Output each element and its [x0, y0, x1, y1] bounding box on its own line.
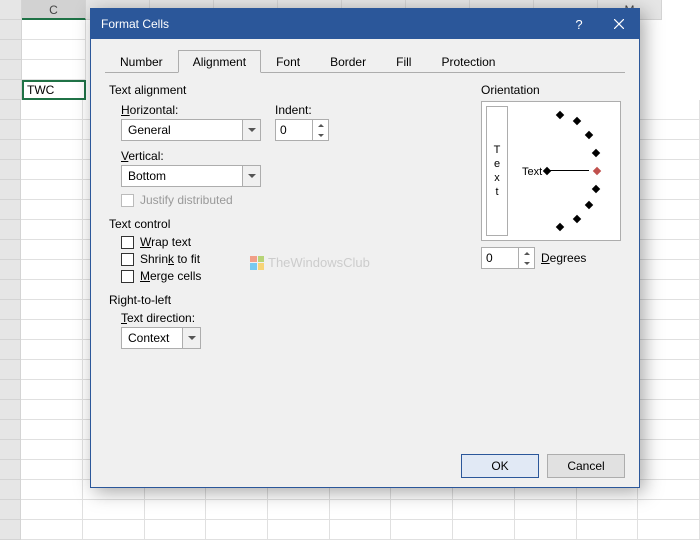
- diamond-icon: [592, 149, 600, 157]
- indent-spinner[interactable]: [275, 119, 329, 141]
- tab-alignment[interactable]: Alignment: [178, 50, 261, 73]
- orientation-text: Text: [522, 166, 542, 178]
- help-button[interactable]: ?: [559, 9, 599, 39]
- diamond-icon: [573, 215, 581, 223]
- diamond-icon: [556, 223, 564, 231]
- vertical-combo[interactable]: Bottom: [121, 165, 261, 187]
- rtl-group: Right-to-left Text direction: Context: [109, 293, 461, 349]
- cancel-button[interactable]: Cancel: [547, 454, 625, 478]
- tab-fill[interactable]: Fill: [381, 50, 426, 73]
- text-direction-label: Text direction:: [121, 311, 461, 325]
- orientation-group: Orientation Text Text: [481, 83, 621, 359]
- horizontal-label: Horizontal:: [121, 103, 261, 117]
- checkbox-icon: [121, 194, 134, 207]
- chevron-down-icon: [242, 166, 260, 186]
- text-direction-combo[interactable]: Context: [121, 327, 201, 349]
- diamond-icon: [543, 167, 551, 175]
- checkbox-icon: [121, 270, 134, 283]
- diamond-icon: [585, 201, 593, 209]
- diamond-icon: [573, 117, 581, 125]
- checkbox-icon: [121, 253, 134, 266]
- degrees-input[interactable]: [482, 248, 518, 268]
- text-alignment-label: Text alignment: [109, 83, 461, 97]
- active-cell[interactable]: TWC: [22, 80, 86, 100]
- tab-protection[interactable]: Protection: [426, 50, 510, 73]
- col-header-c[interactable]: C: [22, 0, 86, 20]
- close-icon: [614, 19, 624, 29]
- diamond-icon: [585, 131, 593, 139]
- diamond-icon: [593, 167, 601, 175]
- chevron-down-icon: [242, 120, 260, 140]
- indent-input[interactable]: [276, 120, 312, 140]
- text-control-group: Text control Wrap text Shrink to fit Mer…: [109, 217, 461, 283]
- horizontal-combo[interactable]: General: [121, 119, 261, 141]
- merge-cells-check[interactable]: Merge cells: [121, 269, 461, 283]
- shrink-to-fit-check[interactable]: Shrink to fit: [121, 252, 461, 266]
- vertical-label: Vertical:: [121, 149, 461, 163]
- spin-down-icon[interactable]: [313, 130, 328, 140]
- title-bar: Format Cells ?: [91, 9, 639, 39]
- wrap-text-check[interactable]: Wrap text: [121, 235, 461, 249]
- dialog-footer: OK Cancel: [91, 445, 639, 487]
- orientation-dial[interactable]: Text Text: [481, 101, 621, 241]
- spin-down-icon[interactable]: [519, 258, 534, 268]
- spin-up-icon[interactable]: [313, 120, 328, 130]
- diamond-icon: [556, 111, 564, 119]
- tab-number[interactable]: Number: [105, 50, 178, 73]
- format-cells-dialog: Format Cells ? Number Alignment Font Bor…: [90, 8, 640, 488]
- corner-cell: [0, 0, 22, 20]
- vertical-text-button[interactable]: Text: [486, 106, 508, 236]
- degrees-label: Degrees: [541, 251, 586, 265]
- text-alignment-group: Text alignment Horizontal: General Inden…: [109, 83, 461, 207]
- dialog-title: Format Cells: [91, 17, 559, 31]
- close-button[interactable]: [599, 9, 639, 39]
- ok-button[interactable]: OK: [461, 454, 539, 478]
- indent-label: Indent:: [275, 103, 329, 117]
- tab-border[interactable]: Border: [315, 50, 381, 73]
- orientation-needle: [547, 170, 589, 171]
- orientation-label: Orientation: [481, 83, 621, 97]
- rtl-label: Right-to-left: [109, 293, 461, 307]
- diamond-icon: [592, 185, 600, 193]
- spin-up-icon[interactable]: [519, 248, 534, 258]
- tab-font[interactable]: Font: [261, 50, 315, 73]
- degrees-spinner[interactable]: [481, 247, 535, 269]
- checkbox-icon: [121, 236, 134, 249]
- chevron-down-icon: [182, 328, 200, 348]
- justify-distributed-check: Justify distributed: [121, 193, 461, 207]
- tab-strip: Number Alignment Font Border Fill Protec…: [105, 49, 625, 73]
- text-control-label: Text control: [109, 217, 461, 231]
